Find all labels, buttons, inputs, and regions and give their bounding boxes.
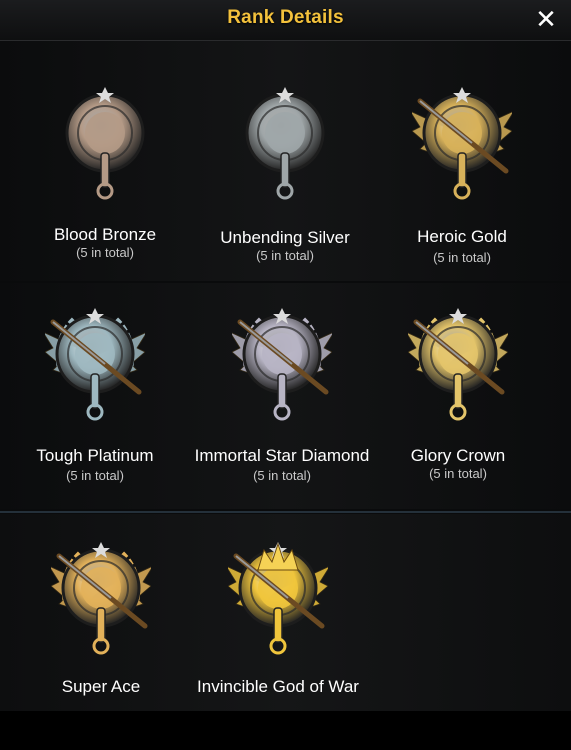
rank-card-heroic-gold[interactable]: Heroic Gold (5 in total) [367, 75, 557, 295]
rank-name: Unbending Silver [220, 228, 350, 247]
rank-details-panel: Rank Details ✕ Blood Bronze (5 in total)… [0, 0, 571, 711]
crown-badge-icon [404, 296, 512, 446]
panel-title: Rank Details [227, 7, 344, 28]
header-bar: Rank Details ✕ [0, 0, 571, 41]
silver-pan-badge-icon [235, 75, 335, 225]
rank-count: (5 in total) [66, 468, 124, 483]
gold-pan-badge-icon [408, 75, 516, 225]
rank-card-unbending-silver[interactable]: Unbending Silver (5 in total) [190, 75, 380, 295]
diamond-badge-icon [228, 296, 336, 446]
rank-name: Invincible God of War [197, 677, 359, 696]
close-icon[interactable]: ✕ [533, 6, 559, 32]
rank-name: Immortal Star Diamond [194, 446, 370, 465]
rank-card-tough-platinum[interactable]: Tough Platinum (5 in total) [0, 296, 190, 516]
bronze-pan-badge-icon [55, 75, 155, 225]
rank-count: (5 in total) [256, 248, 314, 263]
rank-count: (5 in total) [253, 468, 311, 483]
rank-card-blood-bronze[interactable]: Blood Bronze (5 in total) [10, 75, 200, 295]
rank-name: Tough Platinum [36, 446, 154, 465]
rank-card-glory-crown[interactable]: Glory Crown (5 in total) [363, 296, 553, 516]
platinum-badge-icon [41, 296, 149, 446]
god-of-war-badge-icon [224, 530, 332, 680]
rank-name: Super Ace [61, 677, 141, 696]
rank-count: (5 in total) [433, 250, 491, 265]
rank-card-immortal-star-diamond[interactable]: Immortal Star Diamond (5 in total) [187, 296, 377, 516]
ace-badge-icon [47, 530, 155, 680]
rank-name: Heroic Gold [417, 227, 507, 246]
rank-count: (5 in total) [429, 466, 487, 481]
rank-name: Blood Bronze [53, 225, 157, 244]
rank-count: (5 in total) [76, 245, 134, 260]
rank-card-super-ace[interactable]: Super Ace [6, 530, 196, 750]
rank-name: Glory Crown [410, 446, 506, 465]
rank-card-invincible-god-of-war[interactable]: Invincible God of War [183, 530, 373, 750]
